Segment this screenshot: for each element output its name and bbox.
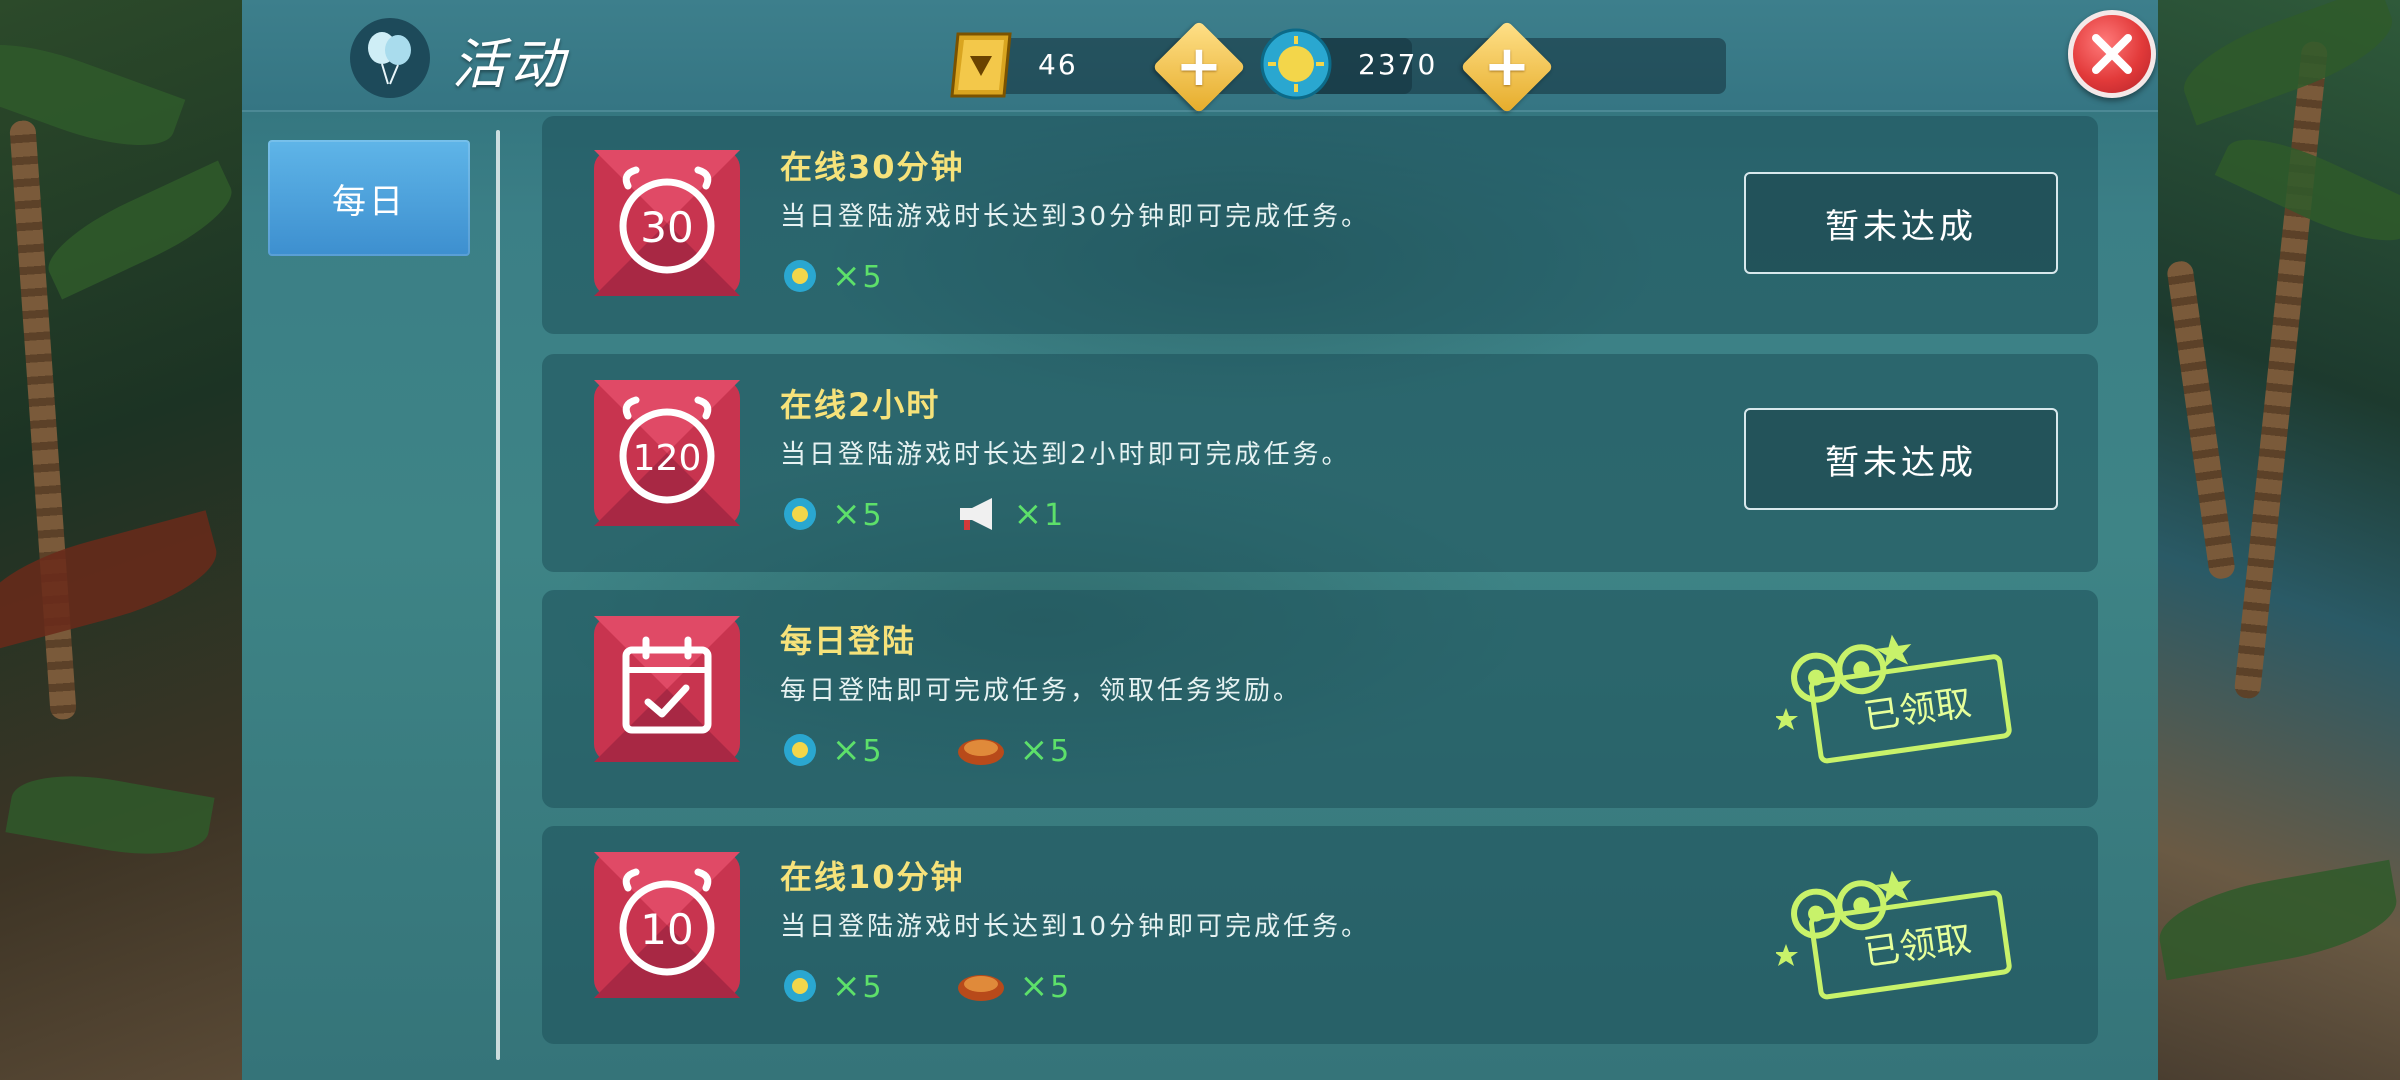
claimed-stamp: 已领取 xyxy=(1774,630,2026,770)
claimed-stamp: 已领取 xyxy=(1774,866,2026,1006)
reward-count: 5 xyxy=(862,498,884,533)
task-rewards: ×5 ×1 xyxy=(782,494,1137,534)
coin-icon xyxy=(784,970,816,1002)
reward-count: 5 xyxy=(862,260,884,295)
task-description: 当日登陆游戏时长达到2小时即可完成任务。 xyxy=(780,440,1351,470)
reward-item: ×5 xyxy=(782,256,884,296)
task-card-online-30min: 30 在线30分钟 当日登陆游戏时长达到30分钟即可完成任务。 ×5 暂未达成 xyxy=(542,116,2098,334)
reward-item: ×5 xyxy=(956,730,1072,770)
alarm-clock-icon: 10 xyxy=(588,846,746,1004)
svg-text:120: 120 xyxy=(633,438,702,479)
task-rewards: ×5 ×5 xyxy=(782,730,1143,770)
task-card-online-10min: 10 在线10分钟 当日登陆游戏时长达到10分钟即可完成任务。 ×5 ×5 已领… xyxy=(542,826,2098,1044)
close-icon xyxy=(2092,34,2132,74)
task-status-button[interactable]: 暂未达成 xyxy=(1744,408,2058,510)
reward-item: ×1 xyxy=(956,494,1066,534)
task-card-daily-login: 每日登陆 每日登陆即可完成任务，领取任务奖励。 ×5 ×5 已领取 xyxy=(542,590,2098,808)
add-gems-button[interactable]: + xyxy=(1152,20,1246,114)
task-card-online-2h: 120 在线2小时 当日登陆游戏时长达到2小时即可完成任务。 ×5 ×1 暂未达… xyxy=(542,354,2098,572)
activity-panel: 活动 46 + 2370 + 每日 30 在线30分钟 当日登陆游戏时长达到30… xyxy=(242,0,2158,1080)
coin-icon xyxy=(784,260,816,292)
task-title: 在线30分钟 xyxy=(780,148,965,186)
svg-text:30: 30 xyxy=(640,203,693,252)
task-title: 每日登陆 xyxy=(780,622,917,660)
megaphone-icon xyxy=(959,498,992,530)
balloons-icon xyxy=(350,18,430,98)
food-icon xyxy=(957,739,1004,765)
task-rewards: ×5 ×5 xyxy=(782,966,1143,1006)
alarm-clock-icon: 120 xyxy=(588,374,746,532)
gem-amount: 46 xyxy=(1038,48,1078,81)
alarm-clock-icon: 30 xyxy=(588,144,746,302)
reward-count: 1 xyxy=(1044,498,1066,533)
add-coins-button[interactable]: + xyxy=(1460,20,1554,114)
reward-item: ×5 xyxy=(956,966,1072,1006)
tab-daily[interactable]: 每日 xyxy=(268,140,470,256)
reward-count: 5 xyxy=(862,970,884,1005)
background-scenery-left xyxy=(0,0,242,1080)
coin-icon xyxy=(784,734,816,766)
page-title: 活动 xyxy=(452,33,568,96)
header-bar: 活动 46 + 2370 + xyxy=(242,0,2158,114)
task-title: 在线10分钟 xyxy=(780,858,965,896)
reward-count: 5 xyxy=(1050,970,1072,1005)
task-description: 当日登陆游戏时长达到30分钟即可完成任务。 xyxy=(780,202,1371,232)
sidebar-divider xyxy=(496,130,500,1060)
reward-item: ×5 xyxy=(782,966,884,1006)
task-title: 在线2小时 xyxy=(780,386,941,424)
reward-item: ×5 xyxy=(782,494,884,534)
background-scenery-right xyxy=(2158,0,2400,1080)
coin-icon xyxy=(1258,26,1334,102)
close-button[interactable] xyxy=(2068,10,2156,98)
calendar-check-icon xyxy=(588,610,746,768)
reward-item: ×5 xyxy=(782,730,884,770)
food-icon xyxy=(957,975,1004,1001)
gem-icon xyxy=(944,28,1018,102)
task-description: 当日登陆游戏时长达到10分钟即可完成任务。 xyxy=(780,912,1371,942)
task-status-button[interactable]: 暂未达成 xyxy=(1744,172,2058,274)
task-description: 每日登陆即可完成任务，领取任务奖励。 xyxy=(780,676,1303,706)
svg-text:10: 10 xyxy=(640,905,693,954)
svg-text:已领取: 已领取 xyxy=(1861,918,1974,974)
coin-icon xyxy=(784,498,816,530)
svg-text:已领取: 已领取 xyxy=(1861,682,1974,738)
coin-amount: 2370 xyxy=(1358,48,1438,81)
reward-count: 5 xyxy=(862,734,884,769)
reward-count: 5 xyxy=(1050,734,1072,769)
task-rewards: ×5 xyxy=(782,256,956,296)
